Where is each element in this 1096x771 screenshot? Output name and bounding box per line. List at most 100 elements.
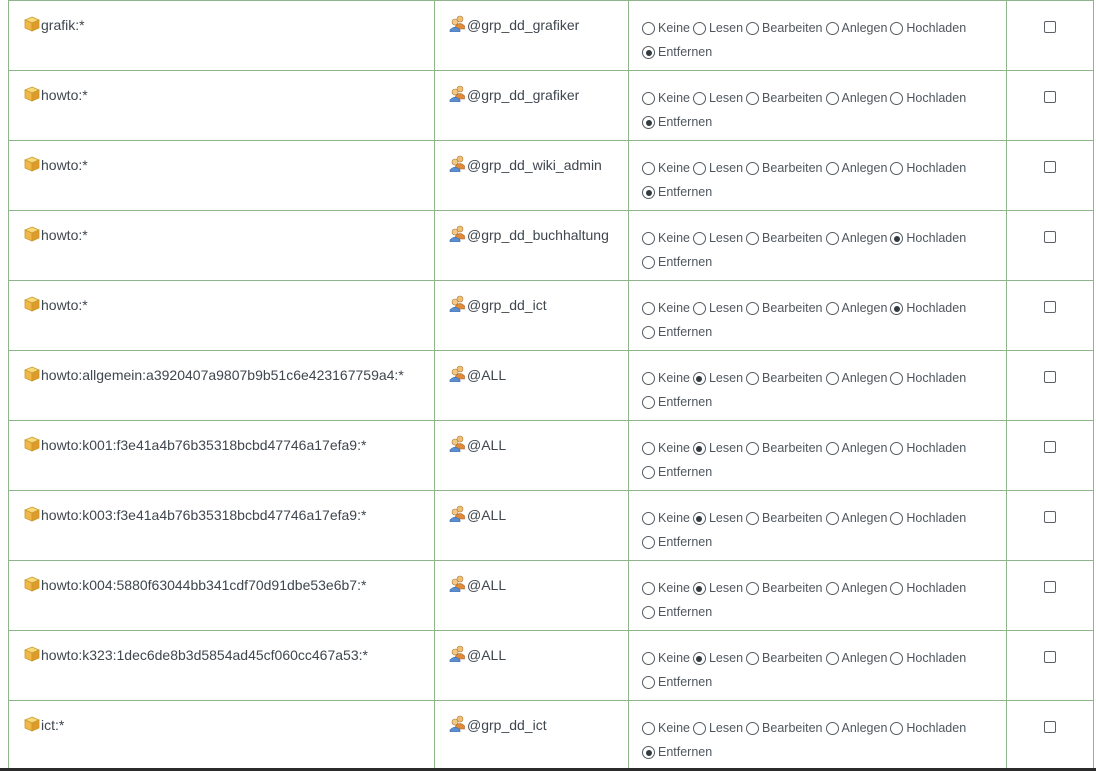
permission-option-keine[interactable]: Keine xyxy=(642,158,690,179)
delete-checkbox[interactable] xyxy=(1044,721,1056,733)
permission-option-keine[interactable]: Keine xyxy=(642,718,690,739)
permission-option-hochladen[interactable]: Hochladen xyxy=(890,368,966,389)
permission-radio[interactable] xyxy=(746,92,760,105)
permission-radio[interactable] xyxy=(642,652,655,665)
permission-radio[interactable] xyxy=(642,162,655,175)
permission-radio[interactable] xyxy=(890,512,904,525)
permission-option-anlegen[interactable]: Anlegen xyxy=(825,578,887,599)
permission-radio[interactable] xyxy=(642,256,655,269)
permission-option-entfernen[interactable]: Entfernen xyxy=(642,672,712,693)
permission-radio[interactable] xyxy=(890,92,904,105)
permission-option-entfernen[interactable]: Entfernen xyxy=(642,322,712,343)
permission-option-hochladen[interactable]: Hochladen xyxy=(890,298,966,319)
permission-radio[interactable] xyxy=(642,722,655,735)
permission-radio[interactable] xyxy=(746,372,760,385)
permission-option-entfernen[interactable]: Entfernen xyxy=(642,392,712,413)
permission-radio[interactable] xyxy=(746,232,760,245)
permission-option-anlegen[interactable]: Anlegen xyxy=(825,438,887,459)
permission-radio[interactable] xyxy=(642,22,655,35)
permission-option-anlegen[interactable]: Anlegen xyxy=(825,298,887,319)
delete-checkbox[interactable] xyxy=(1044,21,1056,33)
permission-radio[interactable] xyxy=(746,722,760,735)
permission-option-entfernen[interactable]: Entfernen xyxy=(642,252,712,273)
permission-radio[interactable] xyxy=(825,302,839,315)
permission-radio[interactable] xyxy=(692,302,706,315)
permission-radio[interactable] xyxy=(642,606,655,619)
permission-option-bearbeiten[interactable]: Bearbeiten xyxy=(746,718,823,739)
permission-option-lesen[interactable]: Lesen xyxy=(692,508,743,529)
permission-radio[interactable] xyxy=(642,116,655,129)
permission-option-bearbeiten[interactable]: Bearbeiten xyxy=(746,228,823,249)
permission-option-hochladen[interactable]: Hochladen xyxy=(890,88,966,109)
permission-option-entfernen[interactable]: Entfernen xyxy=(642,462,712,483)
permission-option-bearbeiten[interactable]: Bearbeiten xyxy=(746,88,823,109)
delete-checkbox[interactable] xyxy=(1044,91,1056,103)
permission-radio[interactable] xyxy=(890,652,904,665)
permission-option-bearbeiten[interactable]: Bearbeiten xyxy=(746,438,823,459)
permission-radio[interactable] xyxy=(642,442,655,455)
permission-option-hochladen[interactable]: Hochladen xyxy=(890,648,966,669)
permission-option-entfernen[interactable]: Entfernen xyxy=(642,742,712,763)
permission-option-anlegen[interactable]: Anlegen xyxy=(825,18,887,39)
permission-radio[interactable] xyxy=(890,232,904,245)
permission-radio[interactable] xyxy=(692,512,706,525)
permission-radio[interactable] xyxy=(746,652,760,665)
permission-option-anlegen[interactable]: Anlegen xyxy=(825,228,887,249)
permission-radio[interactable] xyxy=(642,746,655,759)
permission-option-bearbeiten[interactable]: Bearbeiten xyxy=(746,298,823,319)
permission-option-lesen[interactable]: Lesen xyxy=(692,88,743,109)
permission-radio[interactable] xyxy=(692,92,706,105)
permission-option-entfernen[interactable]: Entfernen xyxy=(642,42,712,63)
permission-option-hochladen[interactable]: Hochladen xyxy=(890,158,966,179)
delete-checkbox[interactable] xyxy=(1044,581,1056,593)
permission-option-keine[interactable]: Keine xyxy=(642,298,690,319)
permission-radio[interactable] xyxy=(642,676,655,689)
permission-option-anlegen[interactable]: Anlegen xyxy=(825,718,887,739)
permission-radio[interactable] xyxy=(890,302,904,315)
permission-radio[interactable] xyxy=(890,582,904,595)
permission-radio[interactable] xyxy=(642,186,655,199)
permission-radio[interactable] xyxy=(692,22,706,35)
permission-radio[interactable] xyxy=(890,442,904,455)
permission-option-entfernen[interactable]: Entfernen xyxy=(642,112,712,133)
delete-checkbox[interactable] xyxy=(1044,161,1056,173)
permission-option-hochladen[interactable]: Hochladen xyxy=(890,228,966,249)
delete-checkbox[interactable] xyxy=(1044,441,1056,453)
permission-option-bearbeiten[interactable]: Bearbeiten xyxy=(746,368,823,389)
permission-radio[interactable] xyxy=(746,22,760,35)
permission-option-lesen[interactable]: Lesen xyxy=(692,228,743,249)
permission-radio[interactable] xyxy=(692,442,706,455)
permission-radio[interactable] xyxy=(692,652,706,665)
permission-option-lesen[interactable]: Lesen xyxy=(692,298,743,319)
permission-option-bearbeiten[interactable]: Bearbeiten xyxy=(746,158,823,179)
permission-radio[interactable] xyxy=(746,302,760,315)
permission-radio[interactable] xyxy=(642,372,655,385)
permission-radio[interactable] xyxy=(642,466,655,479)
permission-radio[interactable] xyxy=(890,162,904,175)
permission-radio[interactable] xyxy=(825,442,839,455)
permission-radio[interactable] xyxy=(642,582,655,595)
permission-option-bearbeiten[interactable]: Bearbeiten xyxy=(746,508,823,529)
permission-radio[interactable] xyxy=(642,326,655,339)
permission-radio[interactable] xyxy=(890,722,904,735)
permission-radio[interactable] xyxy=(825,652,839,665)
permission-radio[interactable] xyxy=(746,512,760,525)
permission-option-keine[interactable]: Keine xyxy=(642,368,690,389)
permission-option-keine[interactable]: Keine xyxy=(642,438,690,459)
permission-option-hochladen[interactable]: Hochladen xyxy=(890,18,966,39)
permission-option-hochladen[interactable]: Hochladen xyxy=(890,578,966,599)
permission-radio[interactable] xyxy=(746,582,760,595)
permission-option-lesen[interactable]: Lesen xyxy=(692,368,743,389)
permission-option-anlegen[interactable]: Anlegen xyxy=(825,88,887,109)
permission-radio[interactable] xyxy=(642,302,655,315)
permission-radio[interactable] xyxy=(825,92,839,105)
permission-option-entfernen[interactable]: Entfernen xyxy=(642,602,712,623)
permission-option-anlegen[interactable]: Anlegen xyxy=(825,648,887,669)
permission-option-keine[interactable]: Keine xyxy=(642,648,690,669)
permission-option-bearbeiten[interactable]: Bearbeiten xyxy=(746,18,823,39)
permission-radio[interactable] xyxy=(642,92,655,105)
permission-radio[interactable] xyxy=(692,582,706,595)
permission-option-lesen[interactable]: Lesen xyxy=(692,718,743,739)
permission-option-entfernen[interactable]: Entfernen xyxy=(642,182,712,203)
permission-option-lesen[interactable]: Lesen xyxy=(692,158,743,179)
